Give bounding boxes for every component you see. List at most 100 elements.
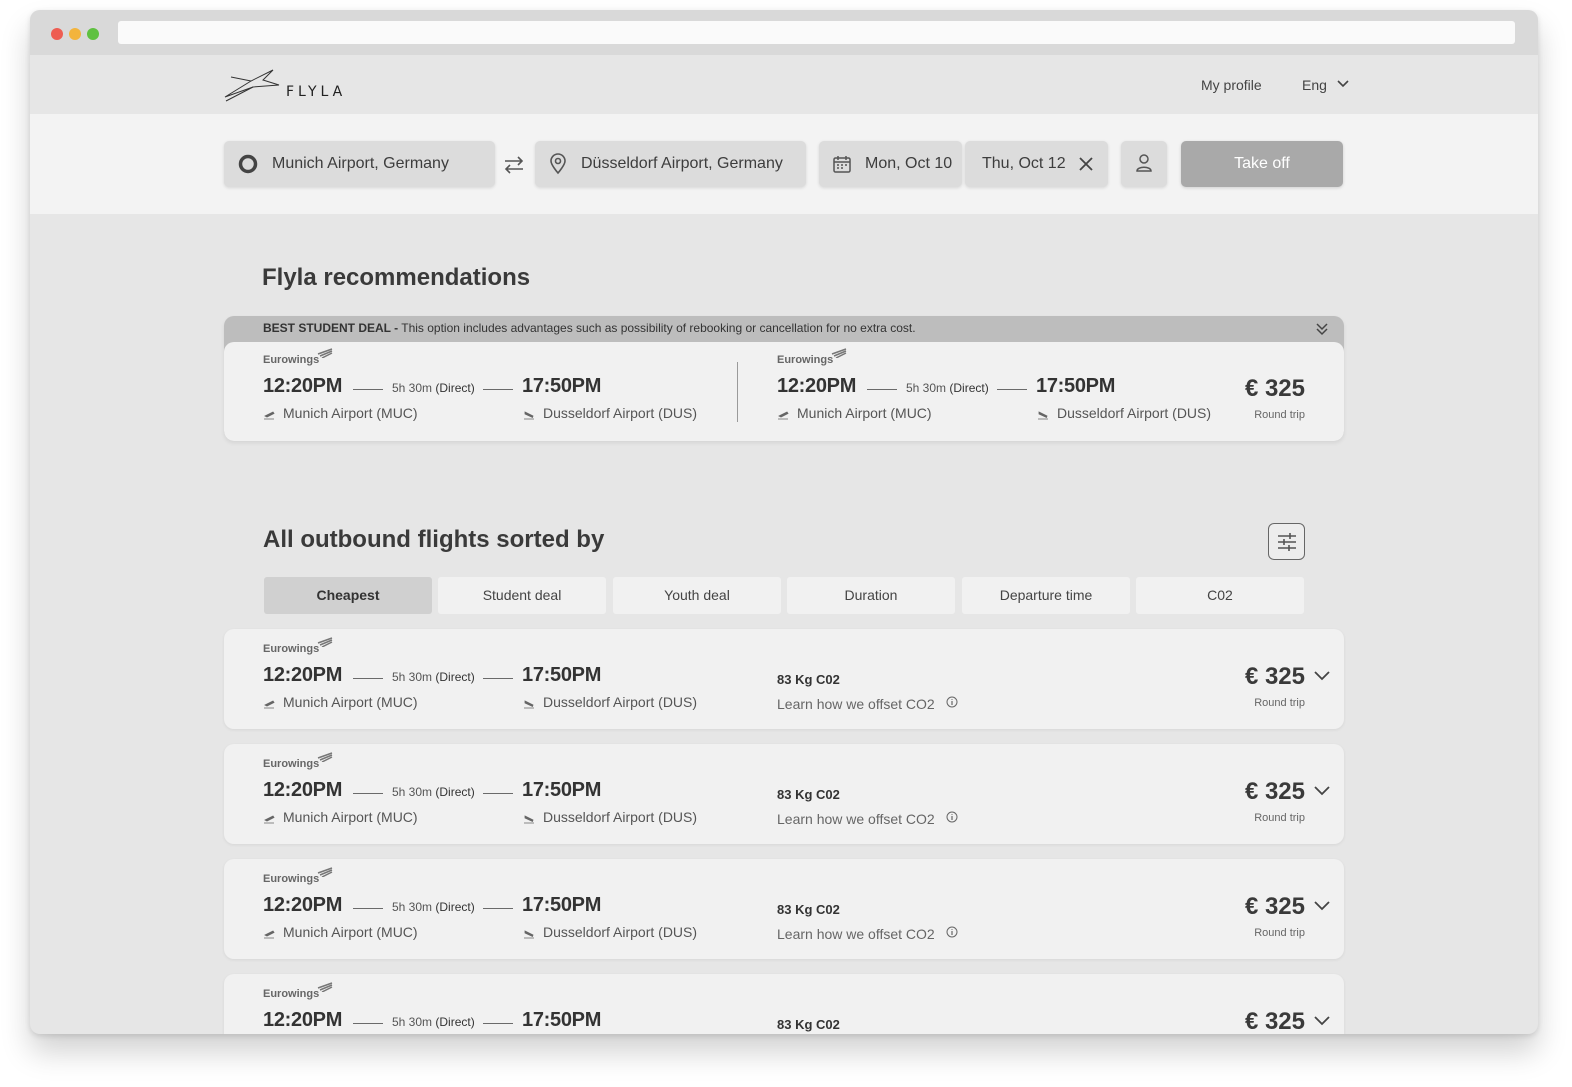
price: € 325 xyxy=(1244,663,1305,690)
stops-value: (Direct) xyxy=(435,785,475,799)
brand-logo[interactable]: FLYLA xyxy=(223,67,363,103)
departure-airport: Munich Airport (MUC) xyxy=(797,405,932,421)
co2-offset-link[interactable]: Learn how we offset CO2 xyxy=(777,696,935,712)
duration-line xyxy=(483,1023,513,1024)
co2-amount: 83 Kg C02 xyxy=(777,672,840,687)
window-maximize-button[interactable] xyxy=(87,28,99,40)
window-close-button[interactable] xyxy=(51,28,63,40)
flight-card[interactable]: Eurowings 12:20PM 5h 30m (Direct) 17:50P… xyxy=(224,974,1344,1034)
flight-card[interactable]: Eurowings 12:20PM 5h 30m (Direct) 17:50P… xyxy=(224,859,1344,959)
departure-time: 12:20PM xyxy=(263,894,343,916)
arrival-time: 17:50PM xyxy=(522,779,602,801)
duration-line xyxy=(483,793,513,794)
depart-date-field[interactable]: Mon, Oct 10 xyxy=(819,141,962,187)
tab-co2[interactable]: C02 xyxy=(1136,577,1304,614)
origin-field[interactable]: Munich Airport, Germany xyxy=(224,141,495,187)
recommendation-card[interactable]: BEST STUDENT DEAL - This option includes… xyxy=(224,316,1344,441)
duration-value: 5h 30m xyxy=(392,381,433,395)
language-selector[interactable]: Eng xyxy=(1302,77,1349,93)
airline-name: Eurowings xyxy=(263,758,320,770)
location-pin-icon xyxy=(550,153,566,175)
language-label: Eng xyxy=(1302,77,1327,93)
double-chevron-down-icon[interactable] xyxy=(1316,322,1328,336)
stops-value: (Direct) xyxy=(435,381,475,395)
plane-arrival-icon xyxy=(524,700,534,709)
arrival-time: 17:50PM xyxy=(1036,375,1116,397)
destination-value: Düsseldorf Airport, Germany xyxy=(581,155,783,172)
plane-departure-icon xyxy=(264,815,275,824)
tab-student-deal[interactable]: Student deal xyxy=(438,577,606,614)
arrival-airport: Dusseldorf Airport (DUS) xyxy=(543,405,698,421)
flight-duration: 5h 30m (Direct) xyxy=(392,1015,475,1029)
departure-time: 12:20PM xyxy=(263,1009,343,1031)
duration-line xyxy=(353,793,383,794)
origin-value: Munich Airport, Germany xyxy=(272,155,449,172)
sort-tabs: Cheapest Student deal Youth deal Duratio… xyxy=(264,577,1305,614)
tab-departure-time[interactable]: Departure time xyxy=(962,577,1130,614)
departure-airport: Munich Airport (MUC) xyxy=(283,405,418,421)
close-icon[interactable] xyxy=(1079,157,1093,171)
search-bar: Munich Airport, Germany Düsseldorf Airpo… xyxy=(30,114,1538,214)
chevron-down-icon[interactable] xyxy=(1314,1016,1330,1026)
recommendations-title: Flyla recommendations xyxy=(262,264,531,291)
info-icon[interactable] xyxy=(946,811,958,823)
take-off-button[interactable]: Take off xyxy=(1181,141,1343,187)
window-minimize-button[interactable] xyxy=(69,28,81,40)
banner-text: This option includes advantages such as … xyxy=(398,321,916,335)
duration-value: 5h 30m xyxy=(392,900,433,914)
browser-window: FLYLA My profile Eng Munich Airport, Ger… xyxy=(30,10,1538,1034)
info-icon[interactable] xyxy=(946,926,958,938)
co2-offset-link[interactable]: Learn how we offset CO2 xyxy=(777,926,935,942)
address-bar[interactable] xyxy=(118,21,1515,44)
arrival-time: 17:50PM xyxy=(522,894,602,916)
return-leg: Eurowings 12:20PM 5h 30m (Direct) 17:50P… xyxy=(777,348,1247,441)
duration-line xyxy=(483,678,513,679)
tab-cheapest[interactable]: Cheapest xyxy=(264,577,432,614)
arrival-time: 17:50PM xyxy=(522,375,602,397)
price-note: Round trip xyxy=(1254,697,1305,709)
duration-value: 5h 30m xyxy=(392,785,433,799)
duration-line xyxy=(867,389,897,390)
plane-arrival-icon xyxy=(524,815,534,824)
duration-line xyxy=(997,389,1027,390)
airline-logo-icon xyxy=(317,982,333,992)
co2-amount: 83 Kg C02 xyxy=(777,787,840,802)
filter-button[interactable] xyxy=(1268,523,1305,560)
stops-value: (Direct) xyxy=(435,1015,475,1029)
flight-duration: 5h 30m (Direct) xyxy=(392,900,475,914)
price-note: Round trip xyxy=(1254,927,1305,939)
duration-value: 5h 30m xyxy=(906,381,947,395)
swap-arrows-icon[interactable] xyxy=(503,156,525,174)
airline-logo-icon xyxy=(317,637,333,647)
airline-logo-icon xyxy=(317,348,333,358)
price-note: Round trip xyxy=(1254,812,1305,824)
price: € 325 xyxy=(1244,1008,1305,1034)
chevron-down-icon[interactable] xyxy=(1314,901,1330,911)
chevron-down-icon[interactable] xyxy=(1314,786,1330,796)
brand-name: FLYLA xyxy=(286,84,347,100)
price: € 325 xyxy=(1244,778,1305,805)
plane-arrival-icon xyxy=(524,930,534,939)
chevron-down-icon xyxy=(1337,80,1349,88)
person-icon xyxy=(1136,154,1152,172)
departure-time: 12:20PM xyxy=(777,375,857,397)
tab-youth-deal[interactable]: Youth deal xyxy=(613,577,781,614)
passengers-button[interactable] xyxy=(1121,141,1167,187)
info-icon[interactable] xyxy=(946,696,958,708)
flight-card[interactable]: Eurowings 12:20PM 5h 30m (Direct) 17:50P… xyxy=(224,629,1344,729)
flight-leg: Eurowings 12:20PM 5h 30m (Direct) 17:50P… xyxy=(263,867,733,963)
flight-card[interactable]: Eurowings 12:20PM 5h 30m (Direct) 17:50P… xyxy=(224,744,1344,844)
chevron-down-icon[interactable] xyxy=(1314,671,1330,681)
co2-offset-link[interactable]: Learn how we offset CO2 xyxy=(777,811,935,827)
airline-name: Eurowings xyxy=(777,354,834,366)
return-date-field[interactable]: Thu, Oct 12 xyxy=(965,141,1108,187)
my-profile-link[interactable]: My profile xyxy=(1201,77,1262,93)
destination-field[interactable]: Düsseldorf Airport, Germany xyxy=(535,141,806,187)
outbound-leg: Eurowings 12:20PM 5h 30m (Direct) 17:50P… xyxy=(263,348,733,441)
arrival-airport: Dusseldorf Airport (DUS) xyxy=(543,809,698,825)
tab-duration[interactable]: Duration xyxy=(787,577,955,614)
duration-line xyxy=(353,389,383,390)
duration-value: 5h 30m xyxy=(392,670,433,684)
sliders-icon xyxy=(1278,533,1296,551)
departure-airport: Munich Airport (MUC) xyxy=(283,924,418,940)
